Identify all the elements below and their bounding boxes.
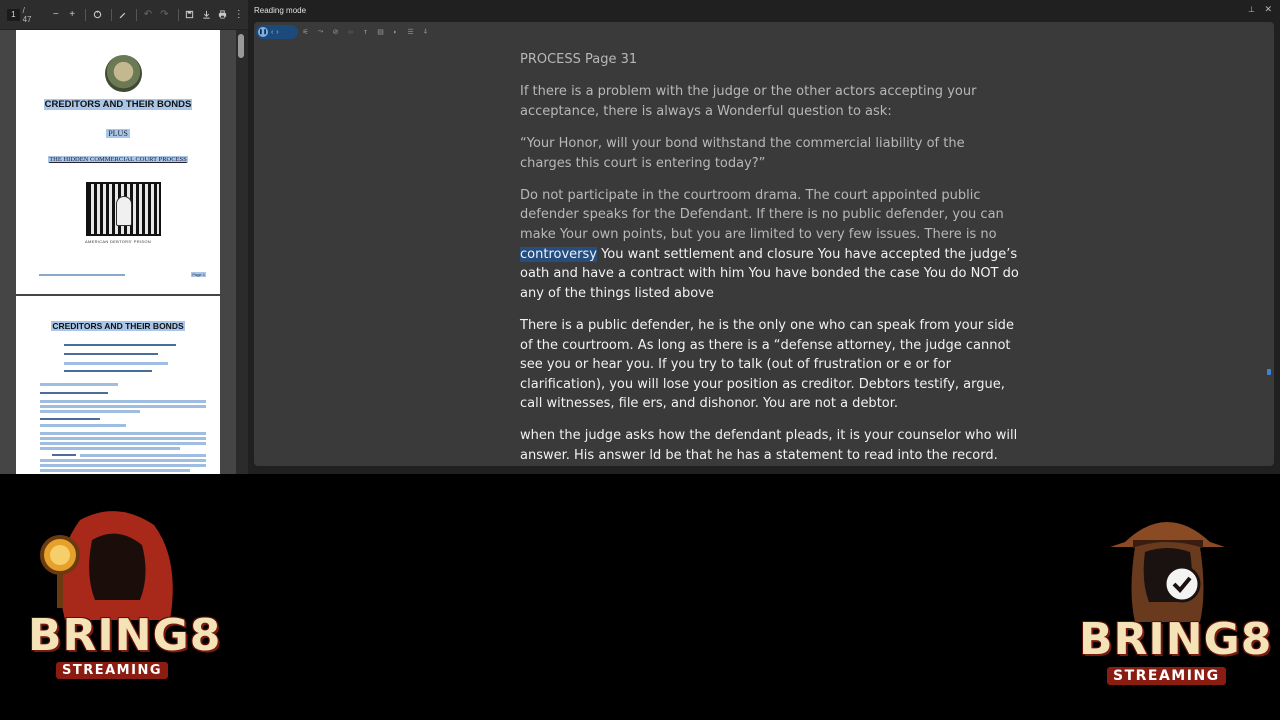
logo-subtitle: STREAMING [56, 662, 169, 679]
paragraph: “Your Honor, will your bond withstand th… [520, 135, 965, 171]
logo-wordmark: BRING8 [28, 610, 222, 661]
great-seal-image [105, 55, 142, 92]
thumbnail-page-label: Page 1 [191, 272, 206, 277]
text-line [64, 370, 152, 372]
thumbnail-panel: CREDITORS AND THEIR BONDS PLUS THE HIDDE… [0, 30, 236, 474]
paragraph: If there is a problem with the judge or … [520, 84, 977, 119]
page-number-input[interactable]: 1 [7, 8, 20, 21]
paragraph-text: Do not participate in the courtroom dram… [520, 187, 1004, 242]
toolbar-divider [85, 8, 87, 21]
prison-caption: AMERICAN DEBTORS' PRISON [85, 239, 151, 244]
font-icon[interactable]: ▤ [373, 28, 388, 36]
zoom-in-icon[interactable]: + [65, 7, 79, 23]
pin-icon[interactable]: ⊥ [1248, 5, 1256, 15]
logo-wordmark: BRING8 [1079, 614, 1273, 665]
prison-image [86, 182, 161, 236]
line-spacing-icon[interactable]: ☰ [403, 28, 418, 36]
more-options-icon[interactable]: ⋮ [232, 7, 246, 23]
text-line [40, 469, 190, 472]
thumbnail-title: CREDITORS AND THEIR BONDS [43, 99, 193, 110]
page-total: / 47 [22, 5, 32, 24]
reading-mode-content: PROCESS Page 31 If there is a problem wi… [520, 50, 1020, 466]
paragraph-current: Do not participate in the courtroom dram… [520, 186, 1020, 304]
draw-icon[interactable] [116, 7, 130, 23]
next-icon[interactable]: › [276, 29, 278, 36]
previous-icon[interactable]: ‹ [271, 29, 273, 36]
reading-mode-titlebar: Reading mode [248, 0, 1280, 20]
text-line [64, 353, 158, 355]
scrollbar-handle[interactable] [238, 34, 244, 58]
bring8-logo-left: BRING8 STREAMING [20, 500, 220, 710]
pdf-toolbar: 1 / 47 − + ↶ ↷ ⋮ [0, 0, 248, 30]
text-line [40, 459, 206, 462]
download-icon[interactable] [199, 7, 213, 23]
text-line [40, 410, 140, 413]
highlight-icon[interactable]: ⊘ [328, 28, 343, 36]
text-line [64, 344, 176, 346]
thumbnail-footer-line [39, 274, 125, 276]
undo-icon[interactable]: ↶ [141, 7, 155, 23]
text-line [40, 442, 206, 445]
text-line [80, 454, 206, 457]
text-line [40, 383, 118, 386]
close-icon[interactable]: ✕ [1264, 4, 1272, 15]
paragraph: PROCESS Page 31 [520, 52, 638, 67]
thumbnail-plus: PLUS [106, 129, 130, 138]
text-line [64, 362, 168, 365]
thumbnail-subtitle: THE HIDDEN COMMERCIAL COURT PROCESS [48, 156, 188, 163]
pause-icon[interactable]: ❚❚ [258, 27, 268, 37]
color-icon[interactable]: ◐ [388, 29, 403, 36]
reading-mode-toolbar: ❚❚ ‹ › ⚟ ⤳ ⊘ ∞ ᴛ ▤ ◐ ☰ ⍋ [254, 22, 1274, 42]
text-line [52, 454, 76, 456]
selected-word[interactable]: controversy [520, 246, 597, 262]
reading-mode-title: Reading mode [254, 5, 307, 15]
page-thumbnail[interactable]: CREDITORS AND THEIR BONDS [16, 296, 220, 474]
letter-spacing-icon[interactable]: ⍋ [418, 28, 433, 36]
scroll-position-marker[interactable] [1267, 369, 1271, 375]
text-line [40, 437, 206, 440]
zoom-out-icon[interactable]: − [49, 7, 63, 23]
pdf-viewer: 1 / 47 − + ↶ ↷ ⋮ CREDITORS AND THEIR BON… [0, 0, 248, 474]
link-icon[interactable]: ∞ [343, 29, 358, 36]
paragraph: when the judge asks how the defendant pl… [520, 428, 1018, 464]
bring8-logo-right: BRING8 STREAMING [1075, 502, 1271, 712]
text-line [40, 418, 100, 420]
fit-page-icon[interactable] [90, 7, 104, 23]
text-line [40, 424, 126, 427]
text-line [40, 432, 206, 435]
reading-mode-panel: ❚❚ ‹ › ⚟ ⤳ ⊘ ∞ ᴛ ▤ ◐ ☰ ⍋ PROCESS Page 31… [254, 22, 1274, 466]
paragraph: There is a public defender, he is the on… [520, 317, 1014, 412]
print-icon[interactable] [215, 7, 229, 23]
text-line [40, 447, 180, 450]
read-aloud-control[interactable]: ❚❚ ‹ › [256, 25, 298, 39]
text-line [40, 464, 206, 467]
logo-subtitle: STREAMING [1107, 667, 1226, 685]
toolbar-divider [177, 8, 179, 21]
redo-icon[interactable]: ↷ [157, 7, 171, 23]
thumbnail-title: CREDITORS AND THEIR BONDS [51, 321, 185, 331]
text-size-icon[interactable]: ᴛ [358, 29, 373, 36]
toolbar-divider [110, 8, 112, 21]
text-line [40, 400, 206, 403]
toolbar-divider [135, 8, 137, 21]
voice-settings-icon[interactable]: ⚟ [298, 28, 313, 36]
text-line [40, 405, 206, 408]
text-line [40, 392, 108, 394]
save-icon[interactable] [182, 7, 196, 23]
speed-icon[interactable]: ⤳ [313, 28, 328, 36]
reading-mode-window: Reading mode ⊥ ✕ ❚❚ ‹ › ⚟ ⤳ ⊘ ∞ ᴛ ▤ ◐ ☰ … [248, 0, 1280, 474]
thumbnail-scrollbar[interactable] [236, 30, 248, 474]
page-thumbnail[interactable]: CREDITORS AND THEIR BONDS PLUS THE HIDDE… [16, 30, 220, 294]
